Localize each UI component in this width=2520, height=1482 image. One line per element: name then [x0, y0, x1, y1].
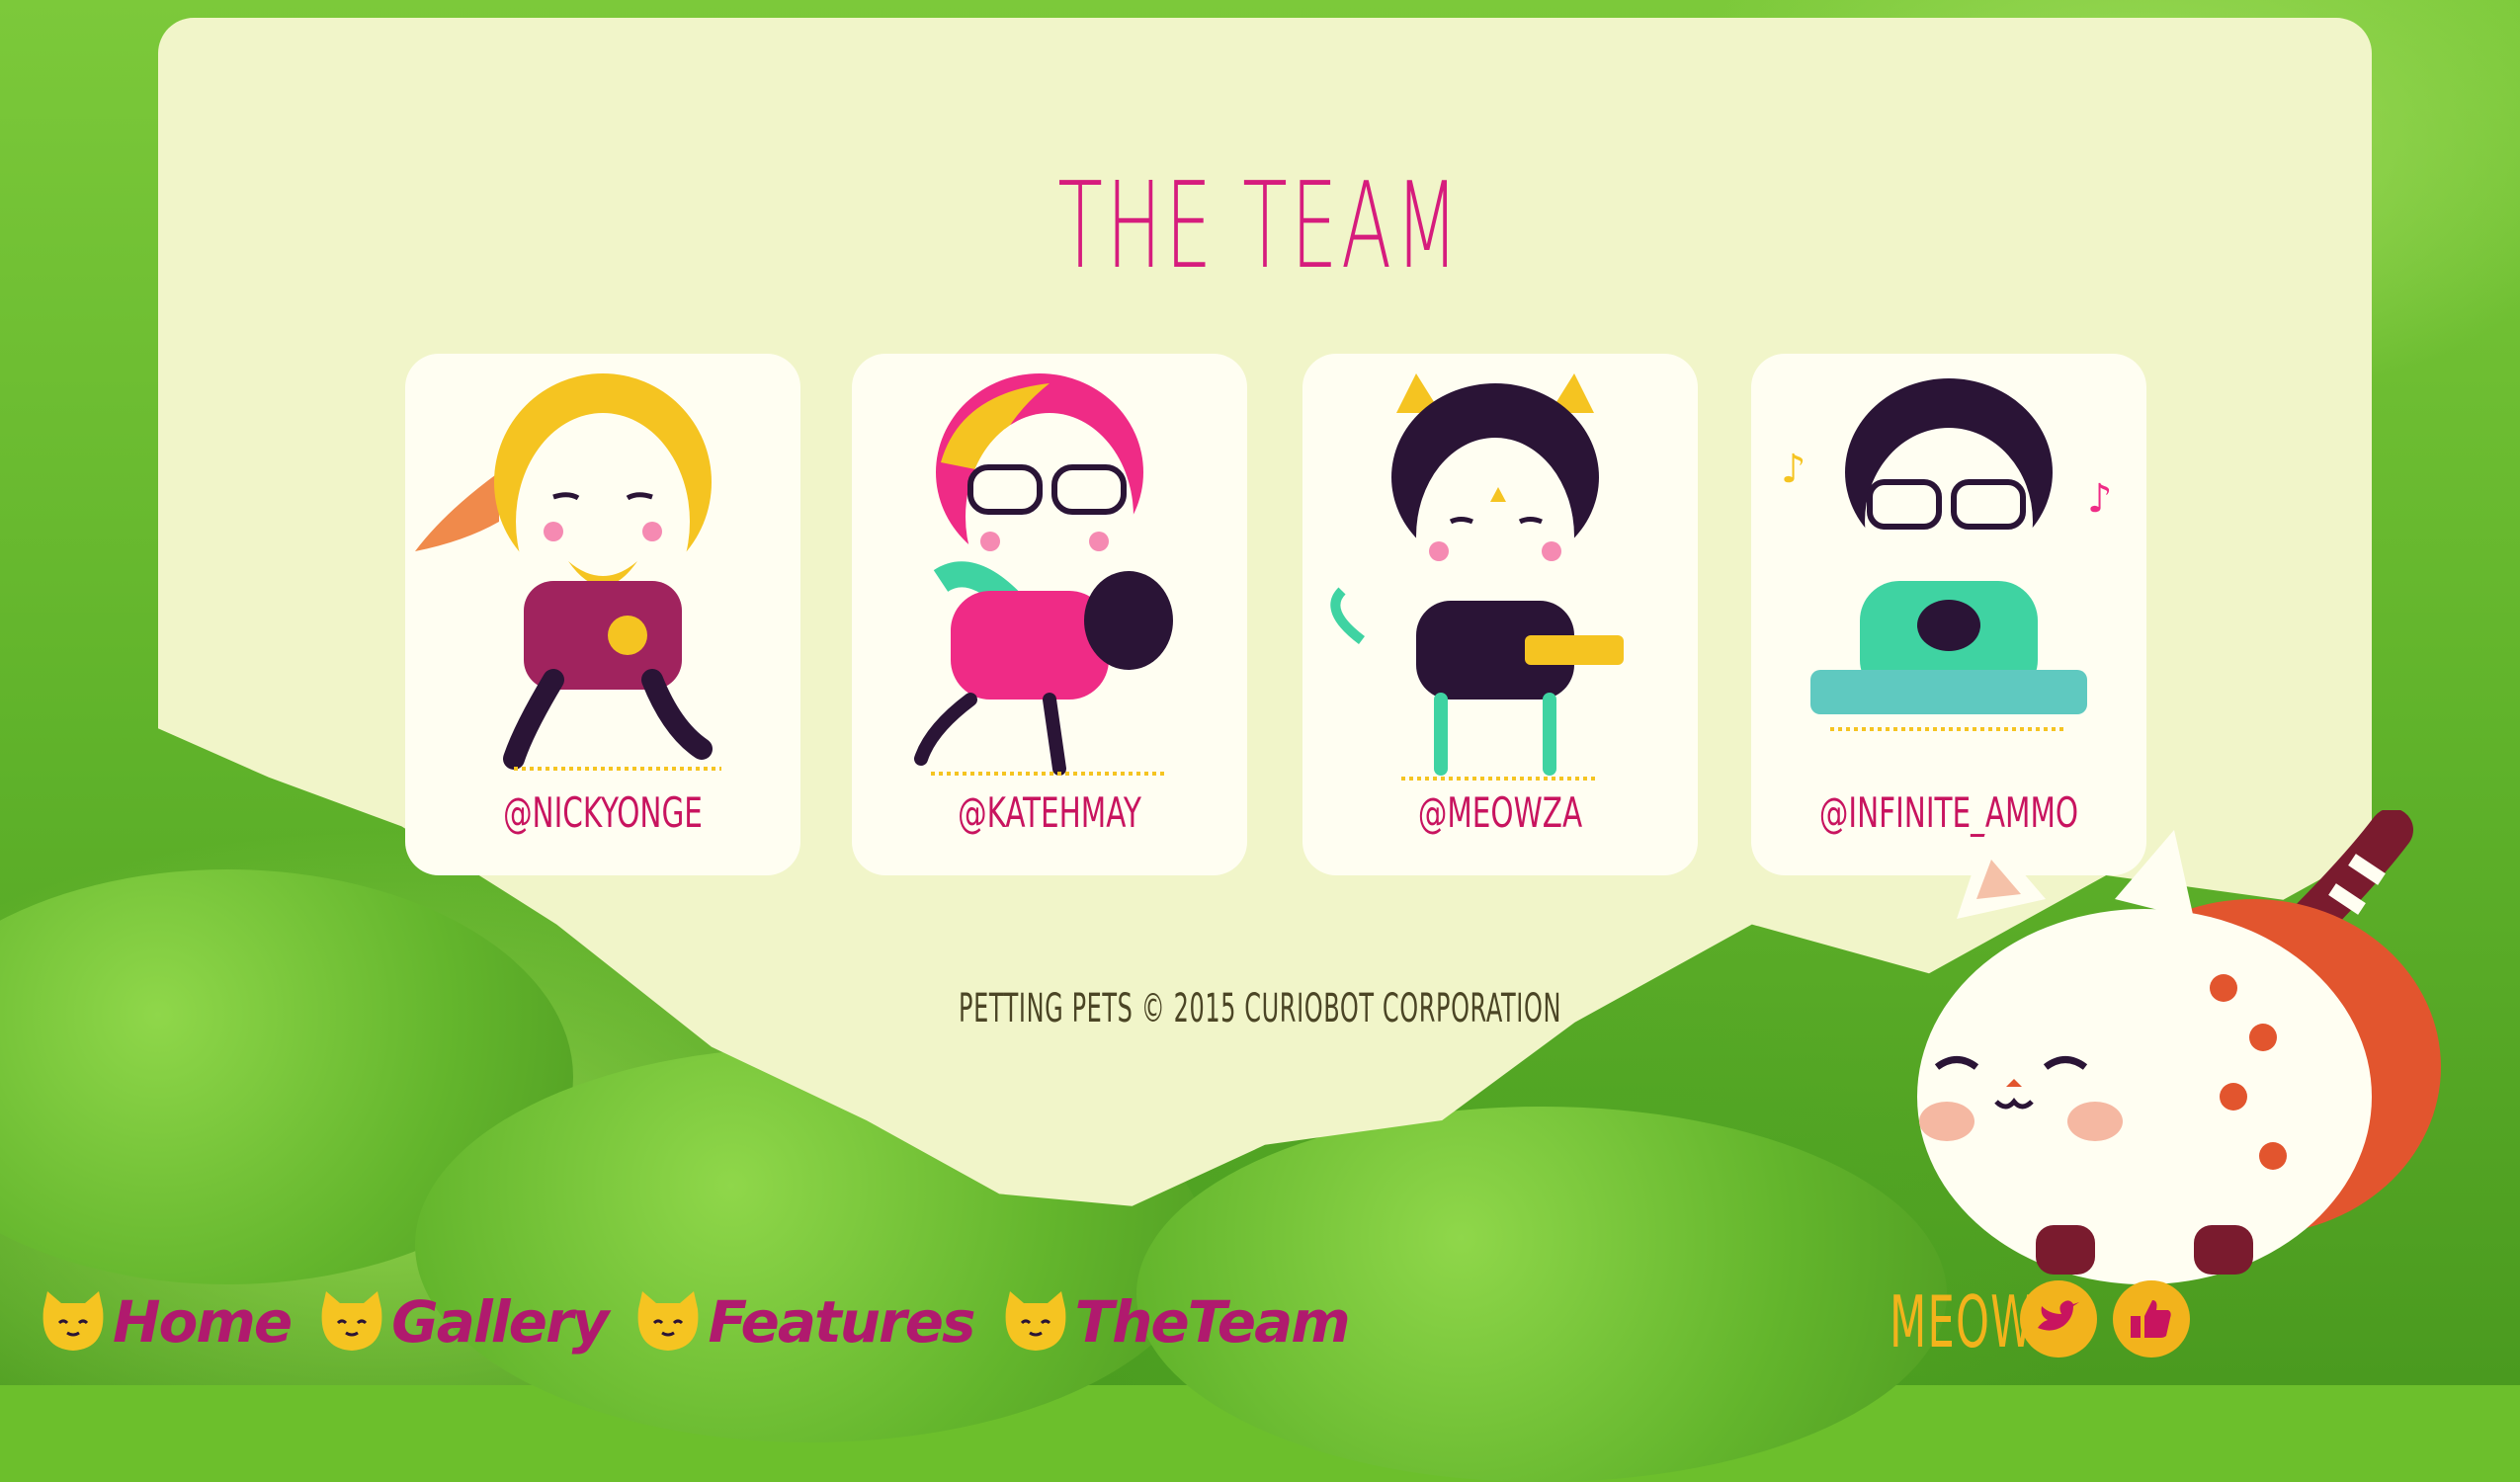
team-handle[interactable]: @NICKYONGE [449, 788, 757, 837]
meow-label: MEOW [1890, 1280, 2035, 1363]
nav-item-features[interactable]: Features [632, 1288, 976, 1356]
nav-label[interactable]: Gallery [391, 1288, 609, 1356]
cat-face-icon [42, 1291, 104, 1351]
character-illustration [1330, 373, 1624, 781]
cat-face-icon [321, 1291, 382, 1351]
character-illustration: ♪ ♪ [1781, 378, 2113, 731]
svg-text:♪: ♪ [2087, 476, 2113, 522]
character-illustration [415, 373, 721, 771]
svg-text:♪: ♪ [1781, 447, 1806, 492]
nav-item-gallery[interactable]: Gallery [316, 1288, 609, 1356]
team-card-nickyonge[interactable]: @NICKYONGE [405, 354, 800, 875]
nav-label[interactable]: TheTeam [1075, 1288, 1351, 1356]
team-handle[interactable]: @KATEHMAY [895, 788, 1204, 837]
cat-face-icon [638, 1291, 699, 1351]
twitter-bird-icon [2038, 1300, 2079, 1331]
team-handle[interactable]: @MEOWZA [1346, 788, 1654, 837]
cat-mascot-illustration [1917, 810, 2441, 1284]
nav-label[interactable]: Features [708, 1288, 975, 1356]
cat-face-icon [1005, 1291, 1065, 1351]
bottom-nav: Home Gallery Features TheTeam [38, 1282, 1375, 1361]
thumbs-up-icon [2131, 1300, 2171, 1338]
nav-item-home[interactable]: Home [38, 1288, 293, 1356]
nav-label[interactable]: Home [113, 1288, 293, 1356]
team-card-katehmay[interactable]: @KATEHMAY [852, 354, 1247, 875]
facebook-like-button[interactable] [2113, 1280, 2190, 1358]
character-illustration [914, 373, 1173, 776]
nav-item-the-team[interactable]: TheTeam [1000, 1288, 1351, 1356]
twitter-button[interactable] [2020, 1280, 2097, 1358]
copyright-text: PETTING PETS © 2015 CURIOBOT CORPORATION [958, 986, 1562, 1031]
team-card-meowza[interactable]: @MEOWZA [1302, 354, 1698, 875]
team-card-infinite-ammo[interactable]: ♪ ♪ @INFINITE_AMMO [1751, 354, 2146, 875]
page-title: THE TEAM [1057, 158, 1463, 295]
